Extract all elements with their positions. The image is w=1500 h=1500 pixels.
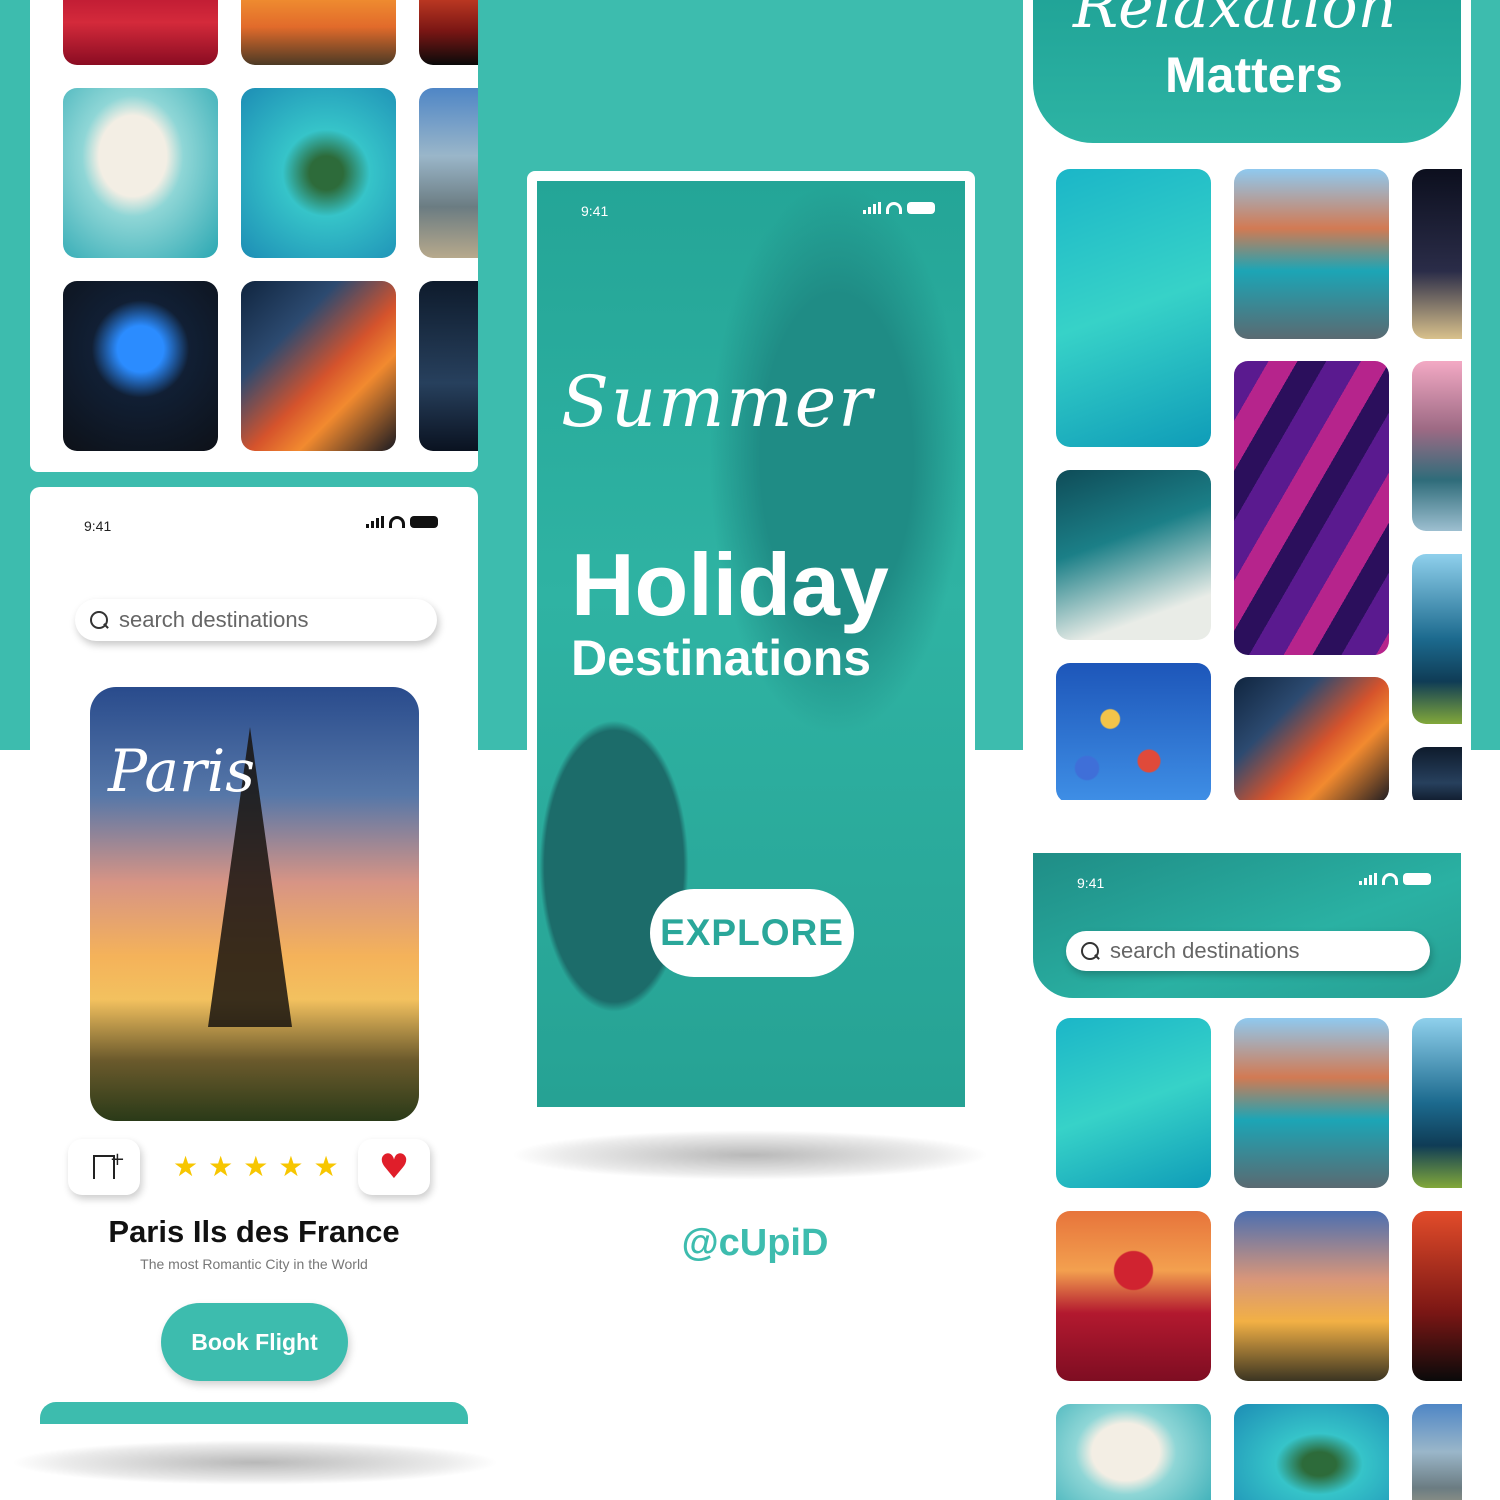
- photo-atoll[interactable]: [241, 88, 396, 258]
- photo-city-aerial[interactable]: [241, 281, 396, 451]
- photo-shipwreck[interactable]: [1056, 470, 1211, 640]
- photo-city-aerial[interactable]: [1234, 677, 1389, 800]
- card-script-title: Paris: [108, 737, 256, 805]
- photo-sea-cliff[interactable]: [1412, 1018, 1462, 1188]
- splash-phone: 9:41 Summer Holiday Destinations EXPLORE: [527, 171, 975, 1117]
- photo-water-villas[interactable]: [1056, 1018, 1211, 1188]
- search-icon: [89, 610, 109, 630]
- photo-silhouette[interactable]: [419, 0, 478, 65]
- photo-balloons[interactable]: [1056, 663, 1211, 800]
- photo-dark-landscape[interactable]: [419, 281, 478, 451]
- gallery-headline: Matters: [1165, 47, 1343, 103]
- photo-island[interactable]: [1056, 1404, 1211, 1500]
- photo-havana[interactable]: [1234, 169, 1389, 339]
- splash-script-word: Summer: [561, 361, 874, 443]
- photo-dark-landscape[interactable]: [1412, 747, 1462, 800]
- search-screen: 9:41 search destinations: [1023, 845, 1471, 1500]
- search-input[interactable]: search destinations: [75, 599, 437, 641]
- status-time: 9:41: [1077, 875, 1105, 891]
- photo-neon-sphere[interactable]: [63, 281, 218, 451]
- explore-button[interactable]: EXPLORE: [650, 889, 854, 977]
- star-icon: ★: [313, 1150, 339, 1183]
- photo-eiffel-tower[interactable]: [1234, 1211, 1389, 1381]
- signal-icon: [1359, 873, 1377, 885]
- photo-mountain-lake[interactable]: [1412, 361, 1462, 531]
- rating-stars: ★ ★ ★ ★ ★: [173, 1153, 339, 1181]
- photo-sea-cliff[interactable]: [1412, 554, 1462, 724]
- wifi-icon: [389, 516, 405, 528]
- destination-subtitle: The most Romantic City in the World: [140, 1256, 368, 1272]
- destination-detail-screen: 9:41 search destinations Paris ★ ★ ★ ★ ★…: [30, 487, 478, 1437]
- search-placeholder: search destinations: [119, 607, 309, 632]
- battery-icon: [1403, 873, 1431, 885]
- photo-tulip-field[interactable]: [63, 0, 218, 65]
- star-icon: ★: [208, 1150, 234, 1183]
- signal-icon: [366, 516, 384, 528]
- bookmark-add-icon: [93, 1149, 125, 1179]
- photo-island[interactable]: [63, 88, 218, 258]
- status-icons: [366, 516, 438, 528]
- gallery-header: Relaxation Matters: [1033, 0, 1461, 143]
- search-placeholder: search destinations: [1110, 938, 1300, 963]
- destination-title: Paris Ils des France: [108, 1214, 400, 1249]
- device-shadow: [10, 1440, 500, 1485]
- destination-card-image[interactable]: Paris: [90, 687, 419, 1121]
- device-shadow: [510, 1130, 990, 1180]
- battery-icon: [907, 202, 935, 214]
- status-icons: [863, 202, 935, 214]
- gallery-script-word: Relaxation: [1073, 0, 1397, 42]
- photo-rocket[interactable]: [1412, 169, 1462, 339]
- photo-silhouette[interactable]: [1412, 1211, 1462, 1381]
- favorite-button[interactable]: ♥: [358, 1139, 430, 1195]
- book-flight-button[interactable]: Book Flight: [161, 1303, 348, 1381]
- search-header: 9:41 search destinations: [1033, 853, 1461, 998]
- wifi-icon: [1382, 873, 1398, 885]
- gallery-screen: Relaxation Matters: [1023, 0, 1471, 800]
- bottom-nav-bar: [40, 1402, 468, 1424]
- search-input[interactable]: search destinations: [1066, 931, 1430, 971]
- splash-subheadline: Destinations: [571, 630, 872, 686]
- battery-icon: [410, 516, 438, 528]
- photo-paris-sunset[interactable]: [241, 0, 396, 65]
- heart-icon: ♥: [378, 1147, 410, 1187]
- splash-headline: Holiday: [571, 535, 889, 634]
- photo-heart-tree[interactable]: [1056, 1211, 1211, 1381]
- star-icon: ★: [278, 1150, 304, 1183]
- photo-water-villas[interactable]: [1056, 169, 1211, 447]
- star-icon: ★: [243, 1150, 269, 1183]
- signal-icon: [863, 202, 881, 214]
- photo-purple-building[interactable]: [1234, 361, 1389, 655]
- star-icon: ★: [173, 1150, 199, 1183]
- splash-screen: 9:41 Summer Holiday Destinations EXPLORE: [537, 181, 965, 1107]
- photo-havana[interactable]: [1234, 1018, 1389, 1188]
- author-watermark: @cUpiD: [681, 1222, 829, 1264]
- photo-mountains[interactable]: [1412, 1404, 1462, 1500]
- grid-screen-top-left: [30, 0, 478, 472]
- status-time: 9:41: [581, 203, 609, 219]
- status-icons: [1359, 873, 1431, 885]
- status-time: 9:41: [84, 518, 112, 534]
- search-icon: [1080, 941, 1100, 961]
- bookmark-button[interactable]: [68, 1139, 140, 1195]
- wifi-icon: [886, 202, 902, 214]
- photo-mountains[interactable]: [419, 88, 478, 258]
- photo-atoll[interactable]: [1234, 1404, 1389, 1500]
